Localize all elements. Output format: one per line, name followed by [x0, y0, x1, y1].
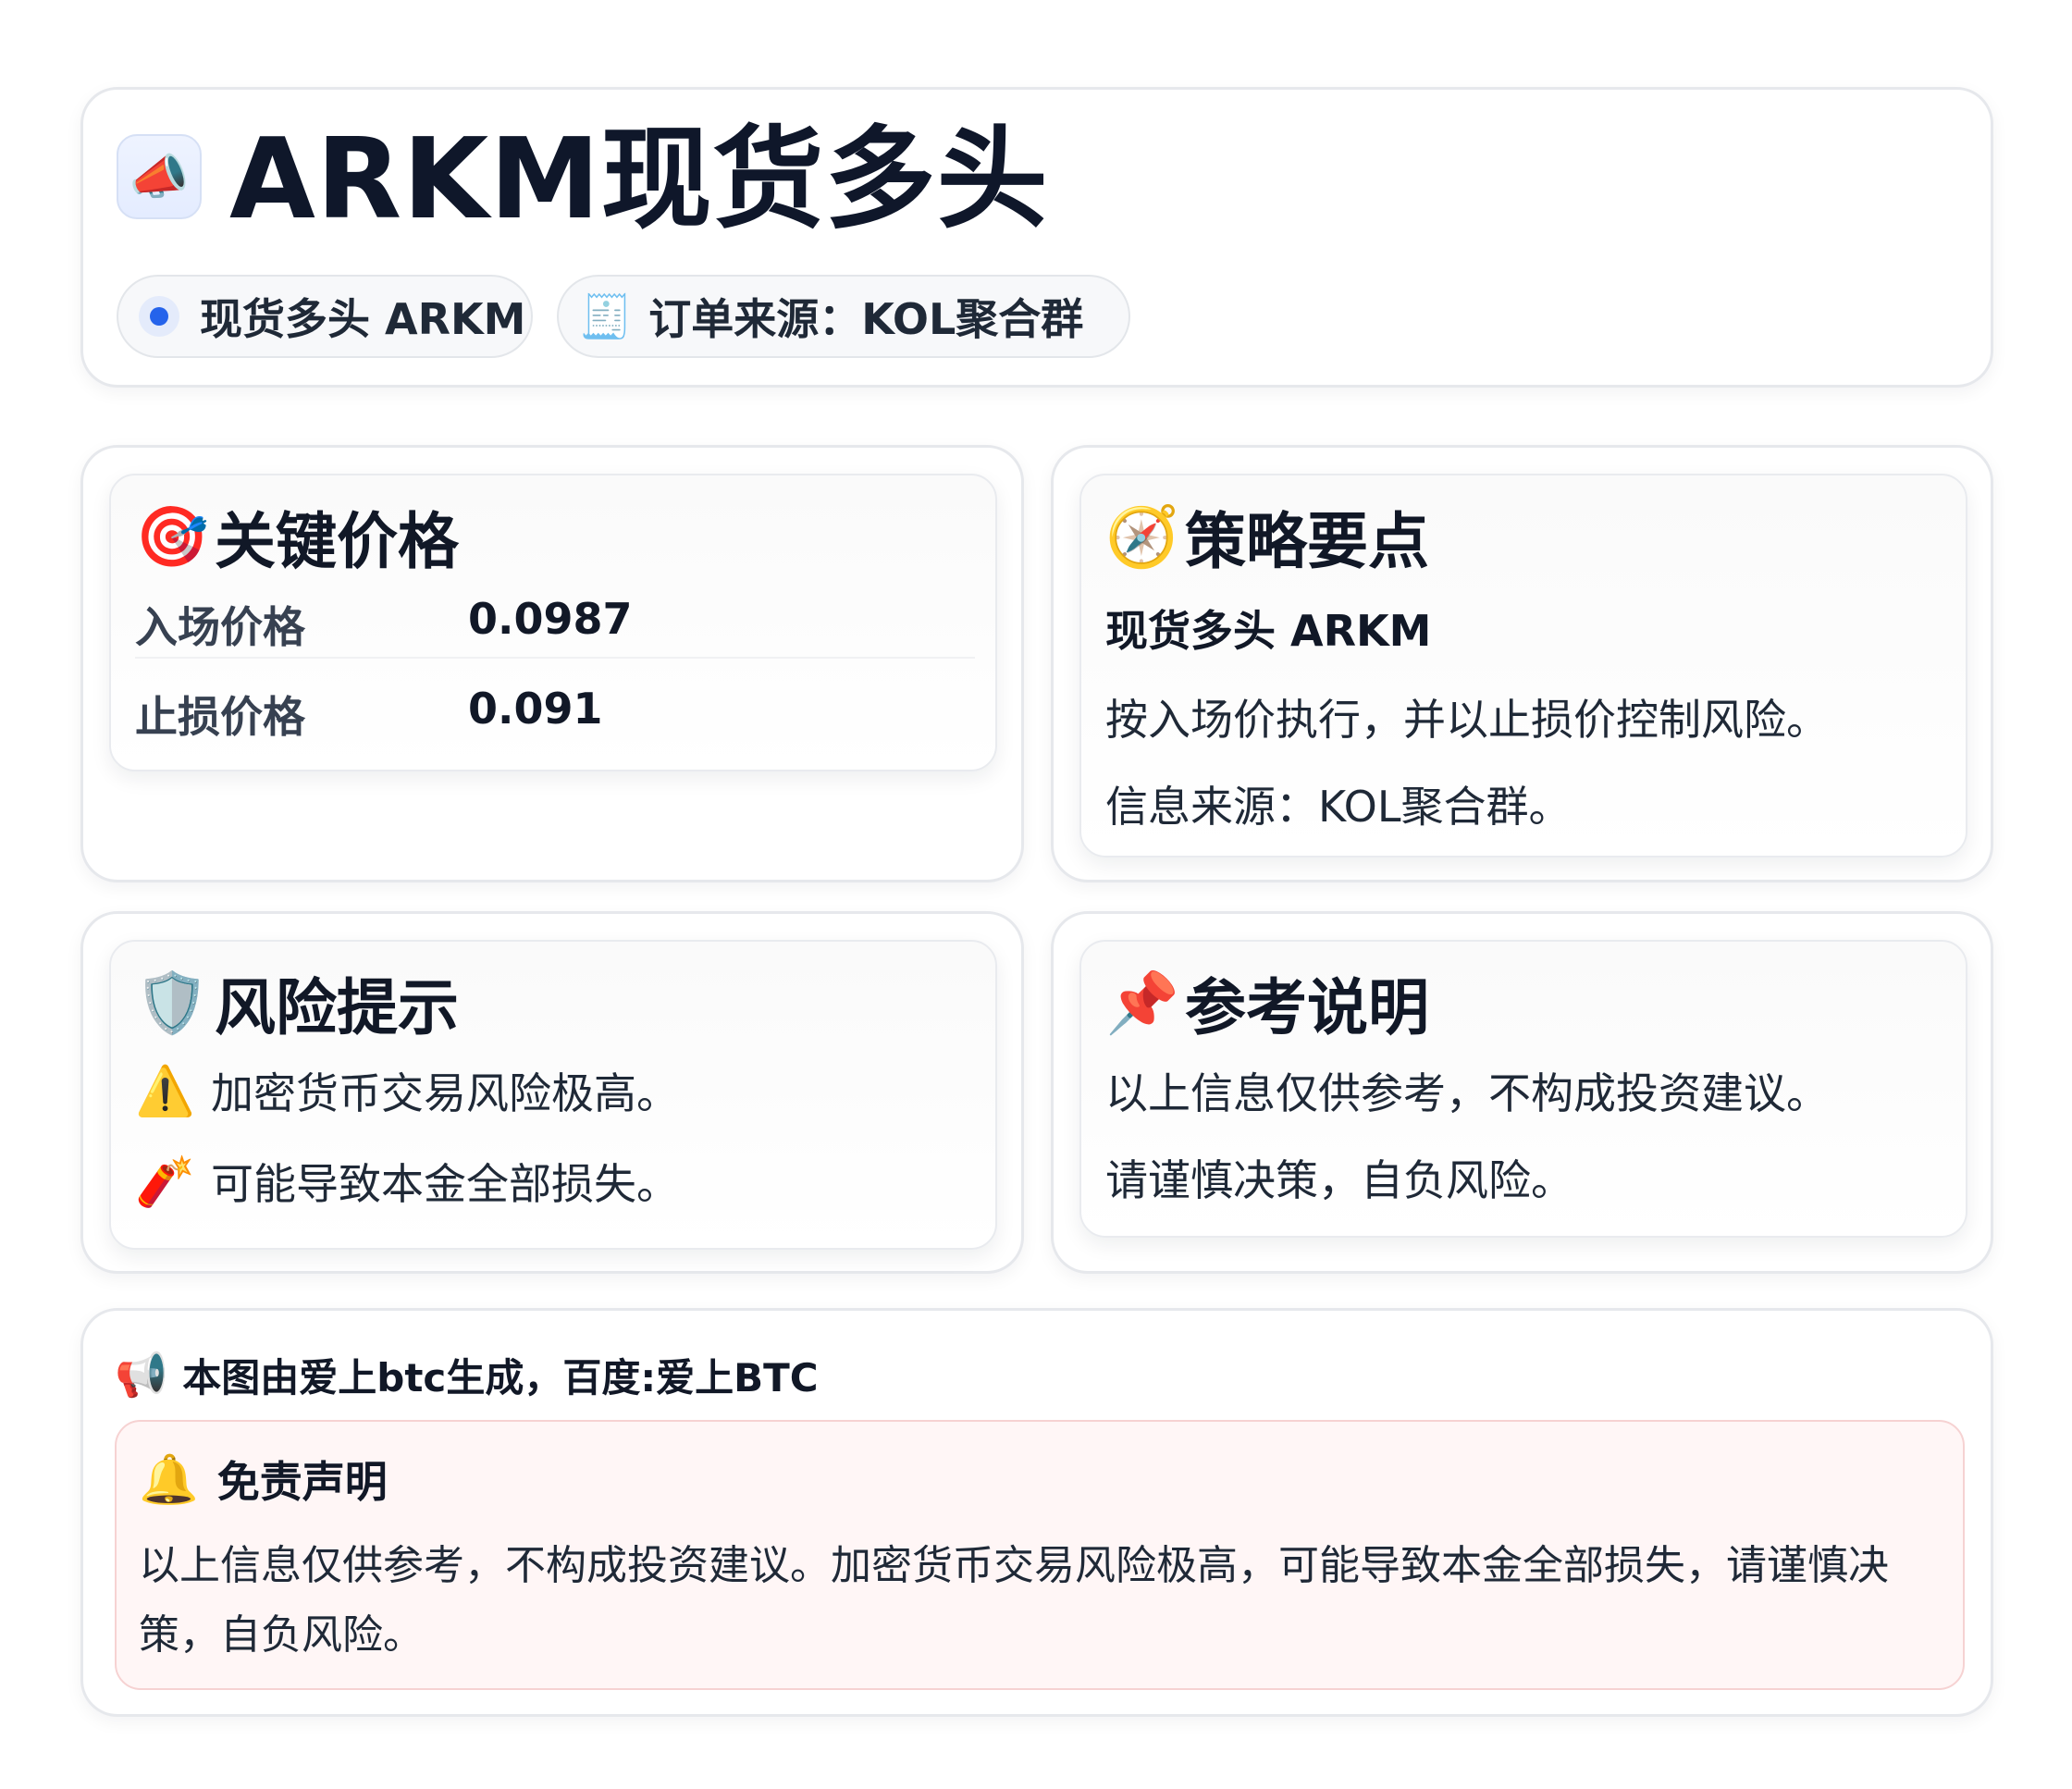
risk-panel: 🛡️ 风险提示 ⚠️ 加密货币交易风险极高。 🧨 可能导致本金全部损失。: [109, 940, 997, 1250]
key-prices-title: 关键价格: [215, 506, 459, 577]
strategy-line: 信息来源：KOL聚合群。: [1105, 782, 1572, 832]
target-icon: 🎯: [135, 502, 209, 572]
entry-price-label: 入场价格: [135, 602, 305, 652]
disclaimer-header: 🔔 免责声明: [139, 1442, 388, 1516]
disclaimer-title: 免责声明: [216, 1457, 388, 1507]
reference-card: 📌 参考说明 以上信息仅供参考，不构成投资建议。 请谨慎决策，自负风险。: [1051, 911, 1993, 1274]
disclaimer-text: 以上信息仅供参考，不构成投资建议。加密货币交易风险极高，可能导致本金全部损失，请…: [139, 1542, 1889, 1659]
loudspeaker-icon: 📢: [115, 1349, 168, 1400]
page-title: ARKM现货多头: [229, 116, 1049, 244]
shield-icon: 🛡️: [135, 969, 209, 1038]
header-card: 📣 ARKM现货多头 现货多头 ARKM 🧾 订单来源：KOL聚合群: [80, 87, 1993, 388]
key-prices-panel: 🎯 关键价格 入场价格 0.0987 止损价格 0.091: [109, 474, 997, 771]
pushpin-icon: 📌: [1105, 969, 1179, 1038]
key-prices-card: 🎯 关键价格 入场价格 0.0987 止损价格 0.091: [80, 445, 1024, 882]
reference-header: 📌 参考说明: [1105, 958, 1429, 1047]
compass-icon: 🧭: [1105, 502, 1179, 572]
tag-direction-label: 现货多头 ARKM: [200, 294, 526, 344]
reference-line: 请谨慎决策，自负风险。: [1105, 1155, 1573, 1205]
footer-card: 📢 本图由爱上btc生成，百度:爱上BTC 🔔 免责声明 以上信息仅供参考，不构…: [80, 1308, 1993, 1717]
strategy-subtitle: 现货多头 ARKM: [1105, 606, 1432, 656]
risk-card: 🛡️ 风险提示 ⚠️ 加密货币交易风险极高。 🧨 可能导致本金全部损失。: [80, 911, 1024, 1274]
megaphone-icon: 📣: [117, 134, 202, 219]
stop-loss-label: 止损价格: [135, 692, 305, 742]
risk-item-text: 加密货币交易风险极高。: [211, 1068, 679, 1118]
warning-icon: ⚠️: [135, 1063, 195, 1119]
footer-credit-text: 本图由爱上btc生成，百度:爱上BTC: [182, 1354, 819, 1400]
receipt-icon: 🧾: [579, 290, 633, 341]
reference-title: 参考说明: [1185, 972, 1429, 1043]
footer-credit: 📢 本图由爱上btc生成，百度:爱上BTC: [115, 1342, 819, 1407]
risk-item: 🧨 可能导致本金全部损失。: [135, 1151, 679, 1212]
key-prices-header: 🎯 关键价格: [135, 492, 459, 581]
tag-source: 🧾 订单来源：KOL聚合群: [557, 275, 1130, 358]
risk-header: 🛡️ 风险提示: [135, 958, 459, 1047]
blue-dot-icon: [139, 296, 179, 337]
reference-panel: 📌 参考说明 以上信息仅供参考，不构成投资建议。 请谨慎决策，自负风险。: [1079, 940, 1967, 1238]
price-divider: [135, 657, 975, 659]
strategy-card: 🧭 策略要点 现货多头 ARKM 按入场价执行，并以止损价控制风险。 信息来源：…: [1051, 445, 1993, 882]
entry-price-value: 0.0987: [468, 594, 633, 644]
bell-icon: 🔔: [139, 1451, 199, 1508]
reference-line: 以上信息仅供参考，不构成投资建议。: [1105, 1068, 1829, 1118]
firecracker-icon: 🧨: [135, 1154, 195, 1210]
risk-item-text: 可能导致本金全部损失。: [211, 1159, 679, 1209]
strategy-line: 按入场价执行，并以止损价控制风险。: [1105, 695, 1829, 745]
strategy-title: 策略要点: [1185, 506, 1429, 577]
strategy-panel: 🧭 策略要点 现货多头 ARKM 按入场价执行，并以止损价控制风险。 信息来源：…: [1079, 474, 1967, 857]
tag-source-label: 订单来源：KOL聚合群: [648, 294, 1084, 344]
stop-loss-value: 0.091: [468, 684, 603, 734]
disclaimer-box: 🔔 免责声明 以上信息仅供参考，不构成投资建议。加密货币交易风险极高，可能导致本…: [115, 1420, 1965, 1690]
risk-title: 风险提示: [215, 972, 459, 1043]
risk-item: ⚠️ 加密货币交易风险极高。: [135, 1060, 679, 1121]
strategy-header: 🧭 策略要点: [1105, 492, 1429, 581]
tag-direction: 现货多头 ARKM: [117, 275, 533, 358]
